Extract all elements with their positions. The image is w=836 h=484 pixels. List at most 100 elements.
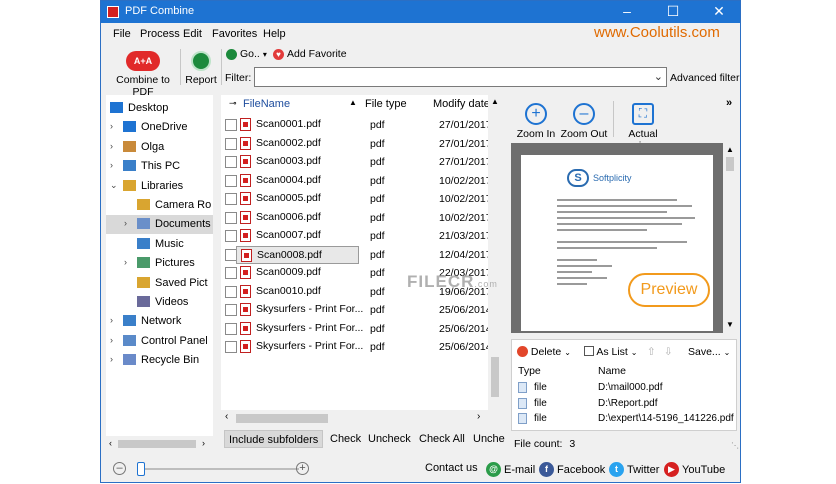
menu-favorites[interactable]: Favorites [212, 28, 257, 40]
scroll-thumb[interactable] [118, 440, 196, 448]
menu-process[interactable]: Process [140, 28, 180, 40]
table-row[interactable]: Scan0007.pdf pdf 21/03/2017 [221, 227, 492, 245]
scroll-left-icon[interactable]: ‹ [109, 438, 112, 448]
filename-cell[interactable]: Skysurfers - Print For... [236, 320, 363, 338]
tree-item[interactable]: › OneDrive [106, 118, 213, 137]
email-link[interactable]: @ E-mail [486, 462, 535, 477]
check-button[interactable]: Check [326, 430, 365, 448]
resize-grip-icon[interactable]: ⋱ [731, 441, 739, 450]
scroll-up-icon[interactable]: ▲ [491, 97, 499, 106]
combine-to-pdf-button[interactable]: A+A Combine to PDF [109, 51, 177, 98]
zoom-minus-icon[interactable]: – [113, 462, 126, 475]
expand-arrow-icon[interactable]: ⌄ [110, 180, 118, 191]
delete-button[interactable]: Delete ⌄ [517, 346, 571, 358]
uncheck-button[interactable]: Uncheck [364, 430, 415, 448]
tree-item[interactable]: Saved Pict [106, 274, 213, 293]
menu-edit[interactable]: Edit [183, 28, 202, 40]
column-type[interactable]: Type [518, 365, 541, 377]
filename-cell[interactable]: Scan0002.pdf [236, 135, 359, 153]
scroll-right-icon[interactable]: › [477, 411, 480, 422]
table-row[interactable]: Scan0001.pdf pdf 27/01/2017 [221, 116, 492, 134]
table-row[interactable]: Skysurfers - Print For... pdf 25/06/2014 [221, 320, 492, 338]
table-row[interactable]: Scan0008.pdf pdf 12/04/2017 [221, 245, 492, 264]
expand-arrow-icon[interactable]: › [124, 257, 127, 267]
include-subfolders-toggle[interactable]: Include subfolders [224, 430, 324, 448]
add-favorite-button[interactable]: ♥ Add Favorite [273, 48, 347, 60]
scroll-down-icon[interactable]: ▼ [726, 320, 734, 329]
filename-cell[interactable]: Scan0008.pdf [236, 245, 359, 264]
check-all-button[interactable]: Check All [415, 430, 469, 448]
tree-item[interactable]: ⌄ Libraries [106, 177, 213, 196]
tree-item[interactable]: › Olga [106, 138, 213, 157]
tree-item[interactable]: Videos [106, 293, 213, 312]
preview-vertical-scrollbar[interactable]: ▲ ▼ [723, 143, 737, 333]
table-row[interactable]: Scan0003.pdf pdf 27/01/2017 [221, 153, 492, 171]
scroll-right-icon[interactable]: › [202, 438, 205, 448]
list-item[interactable]: file D:\Report.pdf [512, 396, 738, 411]
uncheck-all-button[interactable]: Unche [469, 430, 509, 448]
tree-item[interactable]: › Pictures [106, 254, 213, 273]
column-filename[interactable]: FileName [243, 98, 290, 110]
table-row[interactable]: Scan0005.pdf pdf 10/02/2017 [221, 190, 492, 208]
scroll-left-icon[interactable]: ‹ [225, 411, 228, 422]
tree-item[interactable]: Music [106, 235, 213, 254]
tree-item[interactable]: Camera Ro [106, 196, 213, 215]
save-button[interactable]: Save... ⌄ [688, 346, 730, 358]
list-item[interactable]: file D:\expert\14-5196_141226.pdf [512, 411, 738, 426]
tree-item[interactable]: › Documents [106, 215, 213, 235]
youtube-link[interactable]: ▶ YouTube [664, 462, 725, 477]
filename-cell[interactable]: Scan0006.pdf [236, 209, 359, 227]
tree-horizontal-scrollbar[interactable]: ‹ › [106, 436, 213, 453]
filename-cell[interactable]: Skysurfers - Print For... [236, 301, 363, 319]
file-list-horizontal-scrollbar[interactable]: ‹ › [221, 410, 503, 426]
expand-panel-icon[interactable]: » [726, 97, 732, 109]
zoom-thumb[interactable] [137, 462, 145, 476]
filename-cell[interactable]: Scan0009.pdf [236, 264, 359, 282]
menu-help[interactable]: Help [263, 28, 286, 40]
maximize-button[interactable]: ☐ [650, 1, 696, 23]
folder-tree[interactable]: Desktop › OneDrive › Olga › This PC ⌄ Libraries C… [106, 95, 213, 453]
file-list-vertical-scrollbar[interactable]: ▲ [488, 95, 503, 426]
expand-arrow-icon[interactable]: › [110, 315, 113, 325]
filename-cell[interactable]: Scan0004.pdf [236, 172, 359, 190]
expand-arrow-icon[interactable]: › [110, 354, 113, 364]
advanced-filter-button[interactable]: Advanced filter [670, 72, 739, 84]
move-down-icon[interactable]: ⇩ [664, 346, 673, 358]
column-name[interactable]: Name [598, 365, 626, 377]
contact-us-link[interactable]: Contact us [425, 462, 478, 474]
table-row[interactable]: Scan0006.pdf pdf 10/02/2017 [221, 209, 492, 227]
minimize-button[interactable]: – [604, 1, 650, 23]
scroll-up-icon[interactable]: ▲ [726, 145, 734, 154]
tree-item[interactable]: › Control Panel [106, 332, 213, 351]
twitter-link[interactable]: t Twitter [609, 462, 659, 477]
column-modify-date[interactable]: Modify date [433, 98, 490, 110]
table-row[interactable]: Skysurfers - Print For... pdf 25/06/2014 [221, 338, 492, 356]
facebook-link[interactable]: f Facebook [539, 462, 605, 477]
column-file-type[interactable]: File type [365, 98, 407, 110]
tree-item[interactable]: › Recycle Bin [106, 351, 213, 370]
filter-input[interactable]: ⌄ [254, 67, 667, 87]
chevron-down-icon[interactable]: ⌄ [654, 70, 663, 83]
expand-arrow-icon[interactable]: › [124, 218, 127, 228]
filename-cell[interactable]: Scan0010.pdf [236, 283, 359, 301]
tree-item[interactable]: › Network [106, 312, 213, 331]
filename-cell[interactable]: Scan0001.pdf [236, 116, 359, 134]
close-button[interactable]: ✕ [696, 1, 740, 23]
zoom-track[interactable] [141, 468, 299, 470]
expand-arrow-icon[interactable]: › [110, 141, 113, 151]
zoom-out-button[interactable]: – Zoom Out [559, 103, 609, 140]
table-row[interactable]: Scan0002.pdf pdf 27/01/2017 [221, 135, 492, 153]
tree-item[interactable]: › This PC [106, 157, 213, 176]
table-row[interactable]: Skysurfers - Print For... pdf 25/06/2014 [221, 301, 492, 319]
report-button[interactable]: Report [184, 51, 218, 86]
filename-cell[interactable]: Scan0007.pdf [236, 227, 359, 245]
expand-arrow-icon[interactable]: › [110, 335, 113, 345]
scroll-thumb[interactable] [236, 414, 328, 423]
zoom-plus-icon[interactable]: + [296, 462, 309, 475]
scroll-thumb[interactable] [491, 357, 499, 397]
scroll-thumb[interactable] [726, 157, 734, 171]
expand-arrow-icon[interactable]: › [110, 160, 113, 170]
go-button[interactable]: Go.. ▾ [226, 48, 267, 60]
filename-cell[interactable]: Scan0005.pdf [236, 190, 359, 208]
brand-link[interactable]: www.Coolutils.com [594, 24, 720, 41]
